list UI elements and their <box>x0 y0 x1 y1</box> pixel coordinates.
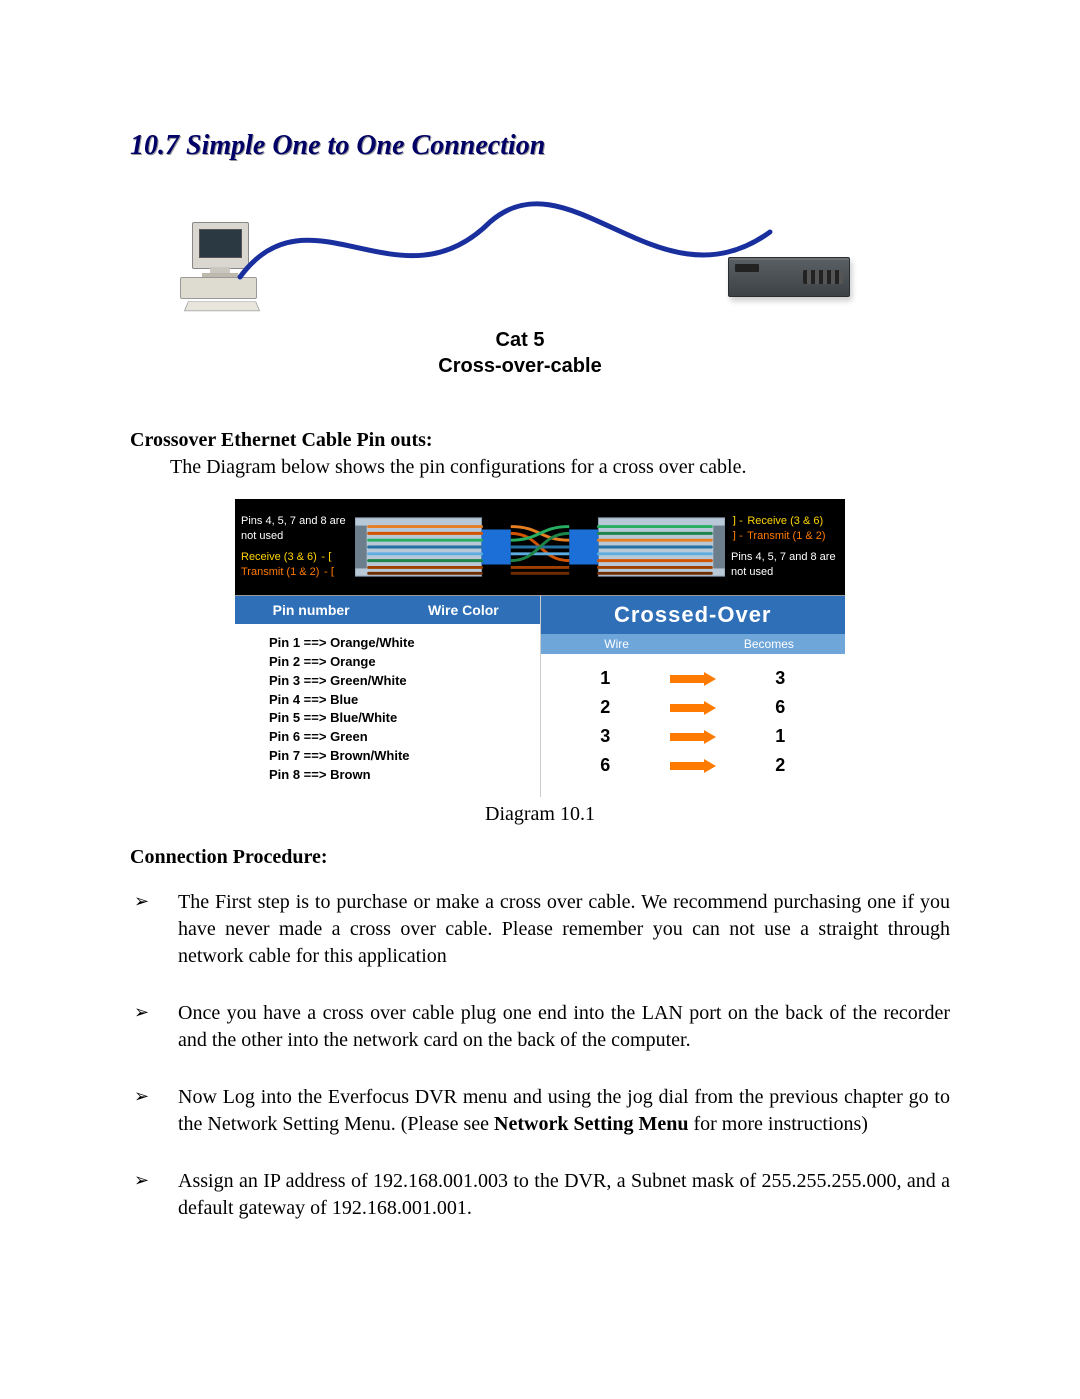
cross-row: 3 1 <box>571 722 816 751</box>
figure-one-caption: Cat 5 Cross-over-cable <box>170 327 870 379</box>
pinouts-intro: The Diagram below shows the pin configur… <box>170 454 950 481</box>
crossed-sub-becomes: Becomes <box>693 637 845 651</box>
pin-row: Pin 2 ==> Orange <box>269 653 526 672</box>
cross-wire: 2 <box>600 697 610 718</box>
arrow-icon <box>670 759 716 773</box>
cross-wire: 1 <box>600 668 610 689</box>
cross-row: 1 3 <box>571 664 816 693</box>
pin-color-table: Pin number Wire Color Pin 1 ==> Orange/W… <box>235 595 541 797</box>
d2-left-transmit: Transmit (1 & 2) <box>241 566 319 578</box>
d2-right-notused: Pins 4, 5, 7 and 8 are not used <box>731 550 839 580</box>
cross-row: 6 2 <box>571 751 816 780</box>
cross-row: 2 6 <box>571 693 816 722</box>
procedure-list: The First step is to purchase or make a … <box>130 889 950 1222</box>
arrow-icon <box>670 730 716 744</box>
pin-list: Pin 1 ==> Orange/White Pin 2 ==> Orange … <box>235 624 540 797</box>
crossed-over-table: Crossed-Over Wire Becomes 1 3 2 6 3 <box>541 595 846 797</box>
proc-item3-after: for more instructions) <box>688 1113 867 1135</box>
pin-col-head-pin: Pin number <box>235 602 387 618</box>
crossed-sub-wire: Wire <box>541 637 693 651</box>
procedure-item: Now Log into the Everfocus DVR menu and … <box>134 1084 950 1138</box>
pin-row: Pin 1 ==> Orange/White <box>269 634 526 653</box>
arrow-icon <box>670 701 716 715</box>
cross-becomes: 3 <box>775 668 785 689</box>
arrow-icon <box>670 672 716 686</box>
pin-row: Pin 6 ==> Green <box>269 728 526 747</box>
procedure-heading: Connection Procedure: <box>130 846 950 869</box>
procedure-item: Assign an IP address of 192.168.001.003 … <box>134 1168 950 1222</box>
d2-right-transmit: Transmit (1 & 2) <box>747 530 825 542</box>
pin-row: Pin 5 ==> Blue/White <box>269 709 526 728</box>
dvr-device-icon <box>728 257 850 297</box>
pin-col-head-color: Wire Color <box>387 602 539 618</box>
diagram-10-1: Pins 4, 5, 7 and 8 are not used Receive … <box>235 499 845 797</box>
procedure-item: Once you have a cross over cable plug on… <box>134 1000 950 1054</box>
pinouts-heading: Crossover Ethernet Cable Pin outs: <box>130 429 950 452</box>
rj45-crossover-illustration <box>355 507 725 587</box>
cross-wire: 6 <box>600 755 610 776</box>
cross-becomes: 6 <box>775 697 785 718</box>
cross-becomes: 1 <box>775 726 785 747</box>
d2-right-labels: ]- Receive (3 & 6) ]- Transmit (1 & 2) P… <box>731 514 839 579</box>
d2-left-receive: Receive (3 & 6) <box>241 551 317 563</box>
pin-row: Pin 3 ==> Green/White <box>269 672 526 691</box>
cross-wire: 3 <box>600 726 610 747</box>
cross-becomes: 2 <box>775 755 785 776</box>
pin-row: Pin 8 ==> Brown <box>269 766 526 785</box>
crossed-over-title: Crossed-Over <box>541 596 846 634</box>
d2-right-receive: Receive (3 & 6) <box>747 515 823 527</box>
diagram-caption: Diagram 10.1 <box>130 803 950 826</box>
pin-row: Pin 4 ==> Blue <box>269 691 526 710</box>
pin-row: Pin 7 ==> Brown/White <box>269 747 526 766</box>
procedure-item: The First step is to purchase or make a … <box>134 889 950 970</box>
figure-one: Cat 5 Cross-over-cable <box>170 192 870 379</box>
d2-left-labels: Pins 4, 5, 7 and 8 are not used Receive … <box>241 514 349 579</box>
d2-left-notused: Pins 4, 5, 7 and 8 are not used <box>241 514 349 544</box>
proc-item3-bold: Network Setting Menu <box>494 1113 688 1135</box>
fig1-caption-line1: Cat 5 <box>496 329 545 351</box>
section-title: 10.7 Simple One to One Connection <box>130 130 950 162</box>
fig1-caption-line2: Cross-over-cable <box>438 355 601 377</box>
